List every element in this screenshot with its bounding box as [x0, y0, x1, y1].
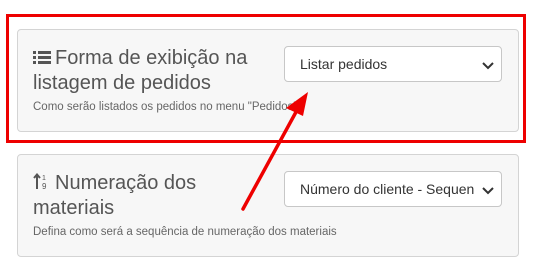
annotation-arrow	[241, 92, 308, 211]
